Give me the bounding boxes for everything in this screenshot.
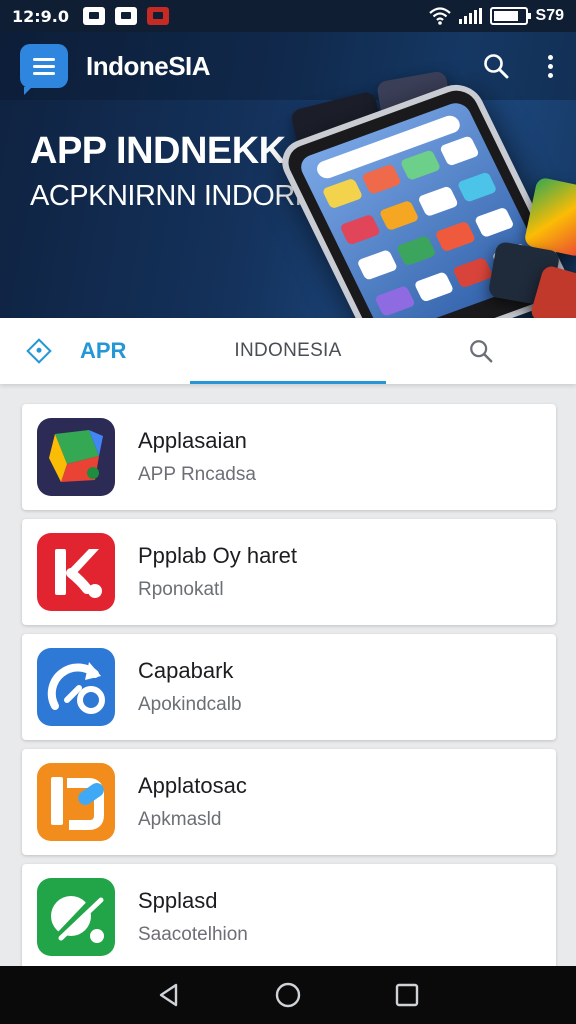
app-subtitle: Rponokatl [138,579,224,600]
app-name: Applasaian [138,428,247,453]
app-list-item[interactable]: Capabark Apokindcalb [22,634,556,740]
app-name: Spplasd [138,888,218,913]
tab-indonesia[interactable]: INDONESIA [190,318,386,384]
signal-icon [458,8,482,24]
app-list-item[interactable]: Spplasd Saacotelhion [22,864,556,970]
app-icon [37,648,115,726]
app-icon [37,533,115,611]
app-name: Ppplab Oy haret [138,543,297,568]
tab-indonesia-label: INDONESIA [234,340,342,361]
app-icon [37,418,115,496]
app-bar-actions [482,52,556,80]
tab-apr-label: APR [80,338,127,363]
app-list: Applasaian APP Rncadsa Ppplab Oy haret R… [22,404,556,979]
gift-icon [147,7,170,25]
diamond-icon [26,338,52,364]
battery-text: S79 [535,7,564,24]
app-text: Ppplab Oy haret Rponokatl [138,543,297,601]
hero-banner: IndoneSIA APP INDNEKK ACPKNIRNN INDORNEK… [0,32,576,318]
app-icon [37,878,115,956]
status-right: S79 [428,7,564,25]
tab-apr[interactable]: APR [0,318,190,384]
wifi-icon [428,7,451,25]
tab-search[interactable] [466,318,496,384]
app-name: Applatosac [138,773,247,798]
app-icon [37,763,115,841]
app-title: IndoneSIA [86,50,211,81]
hero-title: APP INDNEKK [30,130,286,172]
app-name: Capabark [138,658,234,683]
app-text: Applasaian APP Rncadsa [138,428,256,486]
recents-icon[interactable] [393,981,421,1009]
app-text: Applatosac Apkmasld [138,773,247,831]
home-icon[interactable] [274,981,302,1009]
app-text: Capabark Apokindcalb [138,658,242,716]
tab-bar: APR INDONESIA [0,318,576,384]
photo-icon [115,7,138,25]
more-vert-icon[interactable] [544,54,556,78]
status-time: 12:9.0 [12,6,70,26]
app-list-item[interactable]: Ppplab Oy haret Rponokatl [22,519,556,625]
menu-chat-icon[interactable] [20,44,68,95]
battery-icon [489,7,531,25]
status-bar: 12:9.0 S79 [0,0,576,32]
floating-play-tile-icon [523,176,576,258]
messenger-icon [83,7,106,25]
app-list-item[interactable]: Applatosac Apkmasld [22,749,556,855]
screen: 12:9.0 S79 IndoneSIA APP INDNEKK ACPKNIR… [0,0,576,1024]
search-icon[interactable] [482,52,510,80]
system-nav-bar [0,966,576,1024]
app-subtitle: Saacotelhion [138,924,248,945]
app-subtitle: APP Rncadsa [138,464,256,485]
app-list-item[interactable]: Applasaian APP Rncadsa [22,404,556,510]
app-subtitle: Apkmasld [138,809,222,830]
back-icon[interactable] [155,981,183,1009]
app-text: Spplasd Saacotelhion [138,888,248,946]
app-bar: IndoneSIA [0,32,576,100]
search-icon [470,340,493,363]
app-subtitle: Apokindcalb [138,694,242,715]
